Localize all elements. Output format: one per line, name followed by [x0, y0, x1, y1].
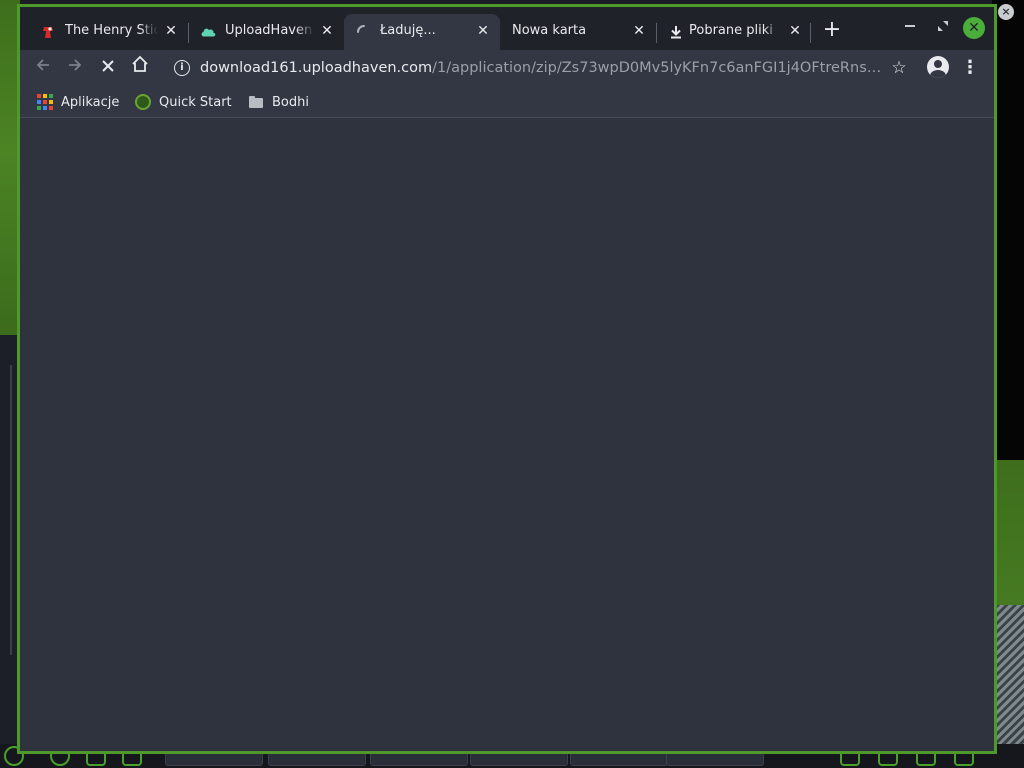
tab-close-icon[interactable]: ✕ [630, 22, 648, 40]
bookmark-quick-start[interactable]: Quick Start [135, 91, 232, 113]
bookmark-apps[interactable]: Aplikacje [37, 91, 119, 113]
url-host: download161.uploadhaven.com [200, 60, 433, 76]
desktop-close-icon[interactable]: × [998, 4, 1014, 20]
maximize-button[interactable] [933, 19, 953, 39]
address-bar[interactable]: i download161.uploadhaven.com/1/applicat… [162, 53, 922, 83]
new-tab-button[interactable]: + [821, 19, 843, 42]
tab-henry-stickmin[interactable]: The Henry Stickmin Collection ✕ [20, 14, 188, 50]
tab-new-tab[interactable]: Nowa karta ✕ [500, 14, 656, 50]
cloud-favicon [200, 24, 216, 40]
tab-title: UploadHaven [225, 23, 313, 38]
bookmark-star-icon[interactable]: ☆ [886, 55, 912, 81]
browser-toolbar: i download161.uploadhaven.com/1/applicat… [20, 50, 994, 86]
bookmark-folder-bodhi[interactable]: Bodhi [248, 91, 309, 113]
url-text[interactable]: download161.uploadhaven.com/1/applicatio… [200, 60, 890, 76]
tab-title: The Henry Stickmin Collection [65, 23, 158, 38]
home-button[interactable] [127, 55, 153, 81]
minimize-button[interactable] [900, 19, 920, 39]
tab-title: Nowa karta [512, 23, 587, 38]
profile-avatar-icon[interactable] [927, 56, 949, 78]
tab-separator [810, 23, 811, 43]
tab-close-icon[interactable]: ✕ [162, 22, 180, 40]
bookmark-label: Bodhi [272, 94, 309, 110]
tab-loading[interactable]: Ładuję... ✕ [344, 14, 500, 50]
tab-close-icon[interactable]: ✕ [474, 22, 492, 40]
loading-spinner-icon [356, 24, 372, 40]
back-button[interactable] [30, 55, 56, 81]
bookmark-label: Quick Start [159, 94, 232, 110]
tab-strip: The Henry Stickmin Collection ✕ UploadHa… [20, 7, 994, 50]
page-content-area[interactable] [20, 118, 994, 751]
tab-downloads[interactable]: Pobrane pliki ✕ [656, 14, 812, 50]
close-window-button[interactable]: ✕ [963, 17, 985, 39]
quick-start-icon [135, 94, 151, 110]
tab-title: Ładuję... [380, 23, 436, 38]
tab-title: Pobrane pliki [689, 23, 773, 38]
red-game-favicon [40, 24, 56, 40]
download-icon [668, 24, 684, 40]
forward-button[interactable] [62, 55, 88, 81]
bookmark-label: Aplikacje [61, 94, 120, 110]
folder-icon [248, 94, 264, 110]
kebab-menu-icon[interactable]: ⋮ [960, 55, 980, 81]
tab-uploadhaven[interactable]: UploadHaven ✕ [188, 14, 344, 50]
browser-window: The Henry Stickmin Collection ✕ UploadHa… [17, 4, 997, 754]
bookmarks-bar: Aplikacje Quick Start Bodhi [20, 86, 994, 118]
tab-close-icon[interactable]: ✕ [786, 22, 804, 40]
url-path: /1/application/zip/Zs73wpD0Mv5lyKFn7c6an… [432, 60, 890, 76]
stop-loading-button[interactable] [95, 55, 121, 81]
tab-close-icon[interactable]: ✕ [318, 22, 336, 40]
apps-grid-icon [37, 94, 53, 110]
site-info-icon[interactable]: i [174, 60, 190, 76]
